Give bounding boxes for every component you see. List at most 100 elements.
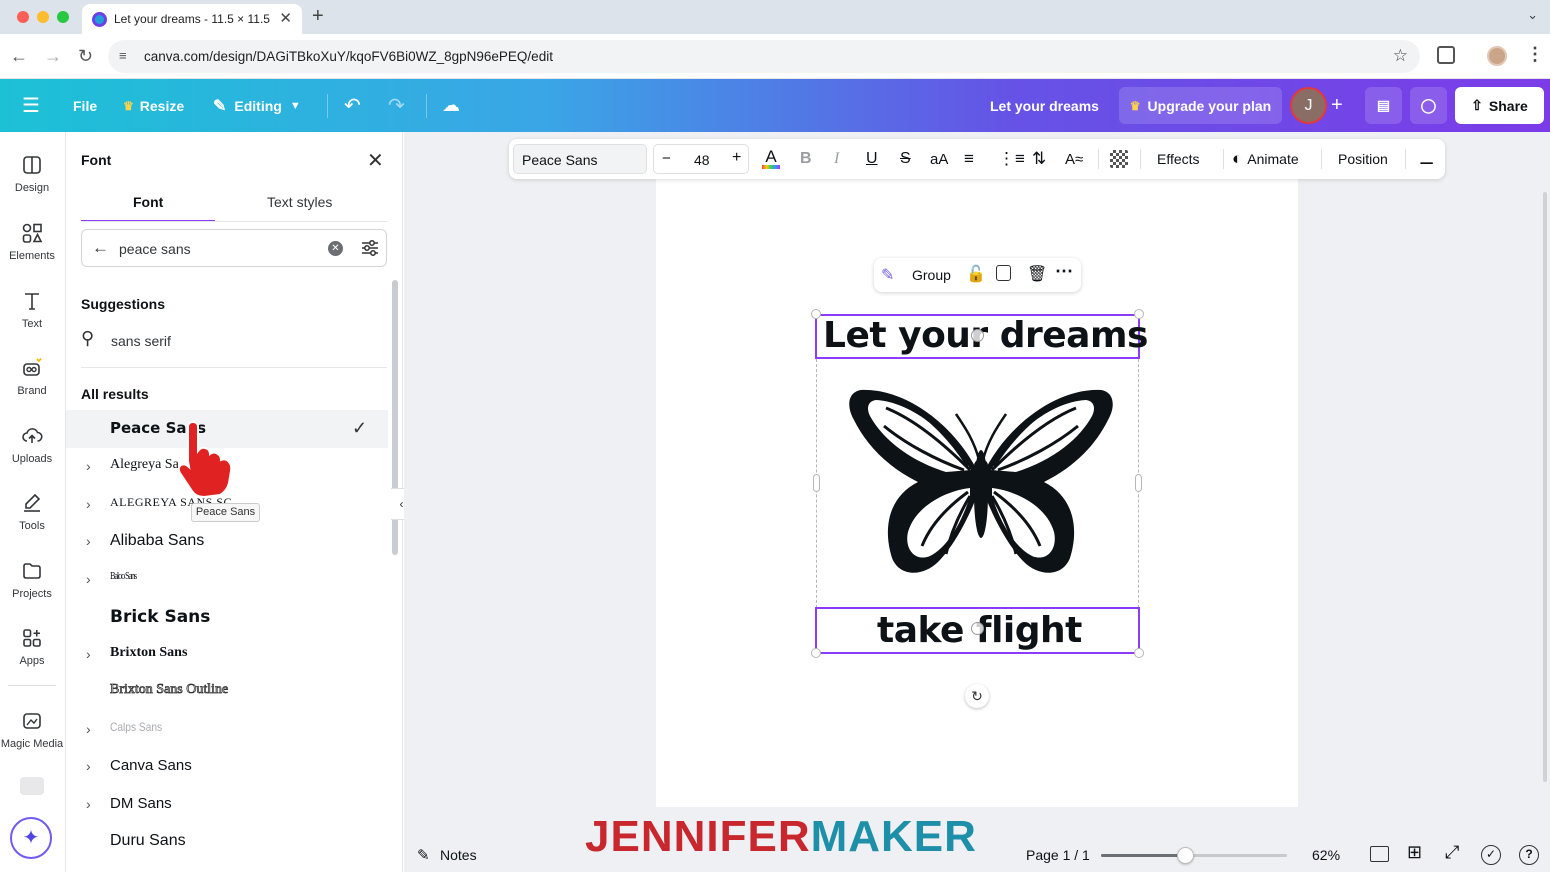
- font-result-row[interactable]: Brixton Sans Outline: [66, 673, 388, 711]
- align-center-icon[interactable]: ≡: [964, 139, 974, 179]
- suggestion-item[interactable]: ⚲ sans serif: [81, 328, 387, 354]
- font-result-row[interactable]: › Calps Sans: [66, 711, 388, 749]
- back-arrow-icon[interactable]: ←: [10, 46, 28, 67]
- effects-button[interactable]: Effects: [1157, 139, 1200, 179]
- rail-item-projects[interactable]: Projects: [0, 560, 64, 600]
- lock-icon[interactable]: 🔓: [966, 264, 986, 284]
- chevron-right-icon[interactable]: ›: [86, 533, 91, 549]
- page-indicator[interactable]: Page 1 / 1: [1026, 847, 1090, 863]
- check-status-icon[interactable]: ✓: [1481, 845, 1501, 865]
- minimize-window-button[interactable]: [37, 11, 49, 23]
- trash-icon[interactable]: 🗑: [1027, 264, 1047, 284]
- butterfly-graphic[interactable]: [846, 386, 1116, 582]
- chevron-right-icon[interactable]: ›: [86, 458, 91, 474]
- rail-item-uploads[interactable]: Uploads: [0, 425, 64, 465]
- file-menu-button[interactable]: File: [73, 79, 97, 132]
- browser-tab[interactable]: Let your dreams - 11.5 × 11.5 ✕: [82, 4, 302, 34]
- page-view-icon[interactable]: [1370, 846, 1389, 862]
- move-handle-icon[interactable]: [971, 329, 984, 342]
- undo-icon[interactable]: ↶: [344, 79, 361, 132]
- text-color-button[interactable]: A: [762, 139, 780, 179]
- underline-button[interactable]: U: [866, 139, 878, 179]
- notes-button[interactable]: Notes: [440, 847, 477, 863]
- position-button[interactable]: Position: [1338, 139, 1388, 179]
- font-result-row[interactable]: › Baloo Sans: [66, 561, 388, 599]
- add-collaborator-icon[interactable]: +: [1331, 79, 1343, 132]
- cloud-saved-icon[interactable]: ☁: [442, 79, 460, 132]
- font-family-dropdown[interactable]: Peace Sans: [513, 144, 647, 174]
- bulleted-list-icon[interactable]: ⋮≡: [998, 139, 1025, 179]
- share-button[interactable]: ⇧ Share: [1455, 87, 1544, 124]
- text-effects-icon[interactable]: A≈: [1065, 139, 1083, 179]
- font-result-row[interactable]: › Brixton Sans: [66, 636, 388, 674]
- design-title[interactable]: Let your dreams: [990, 79, 1099, 132]
- more-options-icon[interactable]: ⋯: [1055, 261, 1073, 282]
- font-search-input[interactable]: ← peace sans ✕: [81, 229, 387, 267]
- magic-sparkle-button[interactable]: ✦: [10, 817, 52, 859]
- browser-menu-icon[interactable]: ⋮: [1526, 44, 1544, 65]
- side-resize-handle[interactable]: [1135, 474, 1142, 492]
- editing-mode-button[interactable]: ✎ Editing ▼: [213, 79, 301, 132]
- spacing-icon[interactable]: ⇅: [1032, 139, 1046, 179]
- extensions-icon[interactable]: [1437, 46, 1455, 64]
- profile-avatar[interactable]: [1487, 46, 1507, 66]
- resize-handle[interactable]: [811, 648, 821, 658]
- font-result-row[interactable]: Duru Sans: [66, 823, 388, 861]
- resize-button[interactable]: ♛ Resize: [123, 79, 184, 132]
- font-size-input[interactable]: 48: [694, 152, 710, 168]
- font-result-row[interactable]: › Alibaba Sans: [66, 523, 388, 561]
- reload-icon[interactable]: ↻: [78, 46, 93, 67]
- rail-item-brand[interactable]: Brand: [0, 357, 64, 397]
- upgrade-plan-button[interactable]: ♛ Upgrade your plan: [1119, 87, 1282, 124]
- redo-icon[interactable]: ↷: [388, 79, 405, 132]
- site-settings-icon[interactable]: ≡: [119, 48, 127, 63]
- comments-icon[interactable]: ◯: [1410, 87, 1447, 124]
- chevron-right-icon[interactable]: ›: [86, 796, 91, 812]
- increase-size-button[interactable]: +: [732, 149, 741, 167]
- chevron-right-icon[interactable]: ›: [86, 721, 91, 737]
- resize-handle[interactable]: [1134, 309, 1144, 319]
- insights-chart-icon[interactable]: ▤: [1365, 87, 1402, 124]
- zoom-slider-thumb[interactable]: [1176, 847, 1194, 864]
- tab-font[interactable]: Font: [133, 194, 163, 210]
- copy-style-paint-roller-icon[interactable]: ⚊: [1419, 139, 1434, 179]
- rail-item-design[interactable]: Design: [0, 154, 64, 194]
- rotate-icon[interactable]: ↻: [965, 684, 989, 708]
- resize-handle[interactable]: [811, 309, 821, 319]
- user-avatar[interactable]: J: [1290, 87, 1327, 124]
- app-thumbnail[interactable]: [20, 777, 44, 795]
- font-result-row[interactable]: › Canva Sans: [66, 748, 388, 786]
- grid-view-icon[interactable]: ⊞: [1407, 842, 1422, 863]
- font-result-row[interactable]: › DM Sans: [66, 786, 388, 824]
- tab-search-chevron-icon[interactable]: ⌄: [1527, 7, 1538, 23]
- close-panel-icon[interactable]: ✕: [367, 148, 384, 173]
- move-handle-icon[interactable]: [971, 622, 984, 635]
- maximize-window-button[interactable]: [57, 11, 69, 23]
- chevron-right-icon[interactable]: ›: [86, 646, 91, 662]
- resize-handle[interactable]: [1134, 648, 1144, 658]
- back-arrow-icon[interactable]: ←: [92, 238, 109, 258]
- bookmark-star-icon[interactable]: ☆: [1393, 46, 1408, 66]
- chevron-right-icon[interactable]: ›: [86, 571, 91, 587]
- transparency-icon[interactable]: [1110, 150, 1128, 168]
- chevron-right-icon[interactable]: ›: [86, 496, 91, 512]
- main-menu-icon[interactable]: ☰: [22, 79, 40, 132]
- rail-item-magic-media[interactable]: Magic Media: [0, 710, 64, 750]
- close-window-button[interactable]: [17, 11, 29, 23]
- rail-item-tools[interactable]: Tools: [0, 492, 64, 532]
- decrease-size-button[interactable]: −: [662, 150, 671, 167]
- rail-item-apps[interactable]: Apps: [0, 627, 64, 667]
- tab-close-icon[interactable]: ✕: [279, 9, 292, 27]
- forward-arrow-icon[interactable]: →: [44, 46, 62, 67]
- group-button[interactable]: Group: [912, 267, 951, 283]
- side-resize-handle[interactable]: [813, 474, 820, 492]
- workspace-scrollbar[interactable]: [1543, 192, 1547, 782]
- strikethrough-button[interactable]: S: [900, 139, 911, 179]
- font-result-row[interactable]: Brick Sans: [66, 598, 388, 636]
- clear-search-icon[interactable]: ✕: [328, 241, 343, 256]
- filter-sliders-icon[interactable]: [360, 239, 380, 257]
- bold-button[interactable]: B: [800, 139, 812, 179]
- italic-button[interactable]: I: [834, 139, 839, 179]
- zoom-slider[interactable]: [1101, 847, 1287, 864]
- animate-button[interactable]: ◐ Animate: [1232, 139, 1299, 179]
